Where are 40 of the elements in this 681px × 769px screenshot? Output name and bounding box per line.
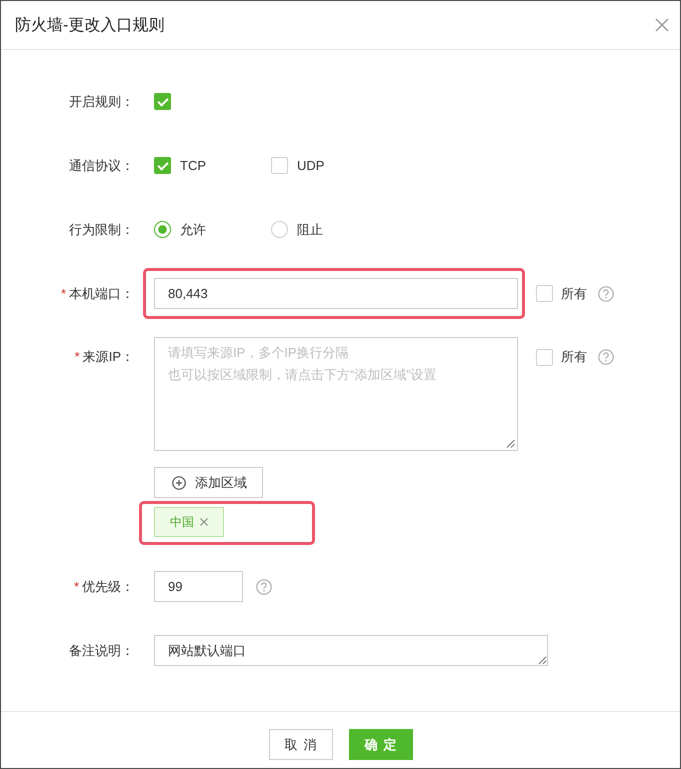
field-label: 来源IP： <box>82 349 134 364</box>
field-label: 通信协议： <box>69 158 134 172</box>
field-label: 开启规则： <box>69 94 134 108</box>
option-label[interactable]: 阻止 <box>297 220 323 238</box>
checkbox[interactable] <box>271 157 288 174</box>
close-button[interactable] <box>655 18 669 32</box>
radio-button[interactable] <box>154 221 171 238</box>
cancel-button[interactable]: 取消 <box>268 729 332 760</box>
placeholder-text: 也可以按区域限制，请点击下方“添加区域”设置 <box>168 366 437 384</box>
remove-icon[interactable] <box>200 518 208 526</box>
option-label[interactable]: 所有 <box>561 348 587 366</box>
option-label[interactable]: 允许 <box>180 220 206 238</box>
checkbox[interactable] <box>154 93 171 110</box>
option-label[interactable]: UDP <box>297 158 324 173</box>
field-label: 行为限制： <box>69 222 134 236</box>
field-label: 优先级： <box>82 578 134 594</box>
field-label: 本机端口： <box>69 286 134 300</box>
plus-icon <box>172 476 186 490</box>
checkbox[interactable] <box>536 285 553 302</box>
required-mark: * <box>74 349 80 364</box>
field-label: 备注说明： <box>69 642 134 658</box>
resize-grip-icon[interactable] <box>506 439 515 448</box>
textarea-field[interactable]: 网站默认端口 <box>154 635 548 666</box>
placeholder-text: 请填写来源IP，多个IP换行分隔 <box>168 344 349 362</box>
checkbox[interactable] <box>536 348 553 366</box>
required-mark: * <box>60 286 66 300</box>
option-label[interactable]: TCP <box>180 158 206 173</box>
checkbox[interactable] <box>154 157 171 174</box>
add-region-button[interactable]: 添加区域 <box>154 467 263 498</box>
radio-button[interactable] <box>271 221 288 238</box>
option-label[interactable]: 所有 <box>561 284 587 302</box>
dialog-title: 防火墙-更改入口规则 <box>15 16 164 36</box>
help-icon[interactable] <box>598 286 614 302</box>
help-icon[interactable] <box>256 578 272 594</box>
input-field[interactable]: 80,443 <box>154 278 518 309</box>
close-icon <box>655 18 669 32</box>
required-mark: * <box>74 578 79 594</box>
input-field[interactable]: 99 <box>154 571 243 602</box>
help-icon[interactable] <box>598 349 614 365</box>
tag-label: 中国 <box>170 514 194 530</box>
